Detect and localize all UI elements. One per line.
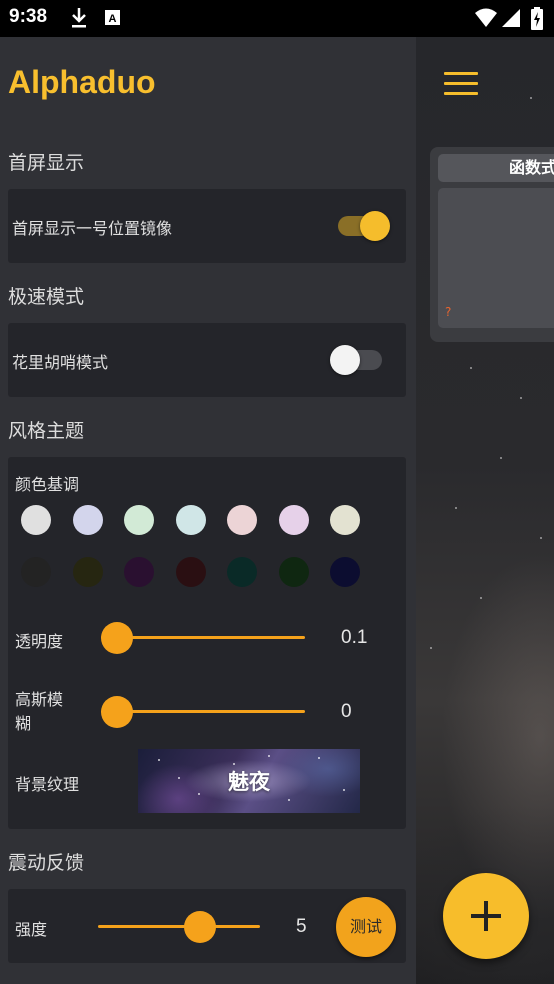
home-mirror-label: 首屏显示一号位置镜像: [12, 219, 173, 238]
strength-value: 5: [296, 916, 307, 937]
function-placeholder-mark: ?: [445, 305, 452, 319]
light-color-swatch[interactable]: [21, 505, 51, 535]
fancy-mode-row[interactable]: 花里胡哨模式: [8, 323, 406, 397]
section-title-haptics: 震动反馈: [8, 852, 85, 874]
settings-drawer: Alphaduo 首屏显示 首屏显示一号位置镜像 极速模式 花里胡哨模式 风格主…: [0, 37, 416, 984]
blur-slider-knob[interactable]: [101, 696, 133, 728]
light-color-swatch[interactable]: [278, 505, 309, 535]
dark-color-swatch[interactable]: [330, 557, 360, 587]
dark-color-swatch[interactable]: [72, 557, 103, 587]
dark-color-swatch[interactable]: [175, 557, 206, 587]
battery-charging-icon: [530, 7, 544, 35]
dark-color-swatch[interactable]: [227, 557, 257, 587]
wifi-icon: [474, 7, 498, 33]
light-color-swatch[interactable]: [330, 505, 360, 535]
blur-value: 0: [341, 701, 352, 722]
function-card-body[interactable]: [438, 188, 554, 328]
app-title: Alphaduo: [8, 64, 156, 100]
texture-preview[interactable]: 魅夜: [138, 749, 360, 813]
opacity-label: 透明度: [15, 632, 64, 651]
signal-icon: [500, 7, 522, 33]
fancy-mode-switch[interactable]: [328, 342, 388, 378]
color-tone-label: 颜色基调: [15, 475, 80, 494]
dark-color-swatch[interactable]: [124, 557, 154, 587]
test-vibration-button[interactable]: 测试: [336, 897, 396, 957]
dark-color-swatch[interactable]: [21, 557, 51, 587]
svg-text:A: A: [109, 13, 117, 25]
section-title-home: 首屏显示: [8, 152, 85, 174]
a-badge-icon: A: [104, 7, 122, 33]
section-title-speed: 极速模式: [8, 286, 85, 308]
opacity-slider[interactable]: [101, 620, 305, 656]
status-bar: 9:38 A: [0, 0, 554, 37]
blur-label: 高斯模 糊: [15, 690, 64, 733]
tab-function[interactable]: 函数式: [438, 154, 554, 182]
texture-label: 背景纹理: [15, 775, 80, 794]
fancy-mode-label: 花里胡哨模式: [12, 353, 109, 372]
hamburger-menu-icon[interactable]: [444, 72, 478, 96]
light-color-swatch[interactable]: [124, 505, 154, 535]
strength-slider-knob[interactable]: [183, 911, 216, 943]
strength-label: 强度: [15, 920, 48, 939]
light-color-swatch[interactable]: [72, 505, 103, 535]
home-mirror-switch[interactable]: [334, 208, 394, 244]
strength-slider[interactable]: [98, 909, 260, 945]
status-time: 9:38: [9, 6, 48, 27]
add-fab-button[interactable]: [443, 873, 529, 959]
dark-color-swatch[interactable]: [278, 557, 309, 587]
light-color-swatch[interactable]: [175, 505, 206, 535]
light-color-swatch[interactable]: [227, 505, 257, 535]
opacity-slider-knob[interactable]: [101, 622, 133, 654]
download-icon: [70, 7, 88, 33]
texture-name: 魅夜: [228, 770, 270, 794]
blur-slider[interactable]: [101, 694, 305, 730]
home-mirror-row[interactable]: 首屏显示一号位置镜像: [8, 189, 406, 263]
section-title-theme: 风格主题: [8, 420, 85, 442]
opacity-value: 0.1: [341, 627, 368, 648]
